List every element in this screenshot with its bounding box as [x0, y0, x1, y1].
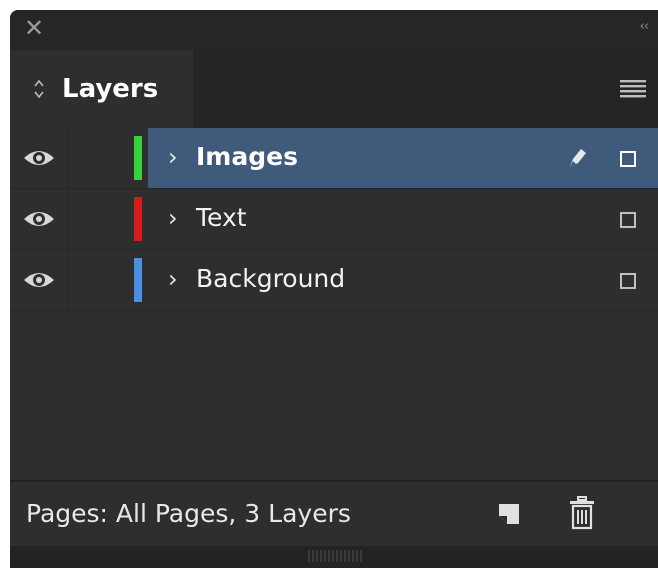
- layer-content[interactable]: › Background: [148, 250, 658, 310]
- eye-icon: [24, 273, 54, 287]
- visibility-toggle[interactable]: [10, 189, 69, 249]
- panel-footer: Pages: All Pages, 3 Layers: [10, 482, 658, 546]
- collapse-panel-icon[interactable]: ‹‹: [640, 19, 649, 34]
- layer-row-images[interactable]: › Images: [10, 128, 658, 189]
- expand-chevron-icon[interactable]: ›: [168, 128, 178, 186]
- layer-name: Background: [196, 264, 346, 293]
- eye-icon: [24, 212, 54, 226]
- visibility-toggle[interactable]: [10, 128, 69, 188]
- layer-color-swatch: [134, 136, 142, 180]
- eye-icon: [24, 151, 54, 165]
- tab-layers[interactable]: Layers: [10, 50, 193, 128]
- selection-square[interactable]: [620, 273, 636, 289]
- expand-chevron-icon[interactable]: ›: [168, 250, 178, 308]
- resize-grip-icon[interactable]: [308, 550, 364, 562]
- up-down-arrows-icon: [34, 79, 44, 99]
- layer-color-swatch: [134, 258, 142, 302]
- layer-color-swatch: [134, 197, 142, 241]
- layer-name: Images: [196, 142, 298, 171]
- visibility-toggle[interactable]: [10, 250, 69, 310]
- resize-strip[interactable]: [10, 546, 658, 568]
- new-layer-icon[interactable]: [495, 500, 523, 528]
- pen-icon: [570, 149, 586, 167]
- trash-icon[interactable]: [568, 496, 596, 530]
- layer-name: Text: [196, 203, 247, 232]
- close-icon[interactable]: ✕: [24, 14, 44, 42]
- lock-toggle[interactable]: [69, 250, 133, 310]
- layer-content[interactable]: › Images: [148, 128, 658, 188]
- layers-status: Pages: All Pages, 3 Layers: [26, 499, 351, 528]
- panel-tab-bar: Layers: [10, 50, 658, 128]
- lock-toggle[interactable]: [69, 128, 133, 188]
- tab-label: Layers: [62, 74, 159, 104]
- selection-square[interactable]: [620, 212, 636, 228]
- expand-chevron-icon[interactable]: ›: [168, 189, 178, 247]
- layer-row-background[interactable]: › Background: [10, 250, 658, 311]
- layer-row-text[interactable]: › Text: [10, 189, 658, 250]
- selection-square[interactable]: [620, 151, 636, 167]
- layer-content[interactable]: › Text: [148, 189, 658, 249]
- layers-panel: ✕ ‹‹ Layers › Images › Text › Background…: [10, 10, 658, 568]
- panel-titlebar: ✕ ‹‹: [10, 10, 658, 50]
- lock-toggle[interactable]: [69, 189, 133, 249]
- panel-menu-icon[interactable]: [620, 80, 646, 98]
